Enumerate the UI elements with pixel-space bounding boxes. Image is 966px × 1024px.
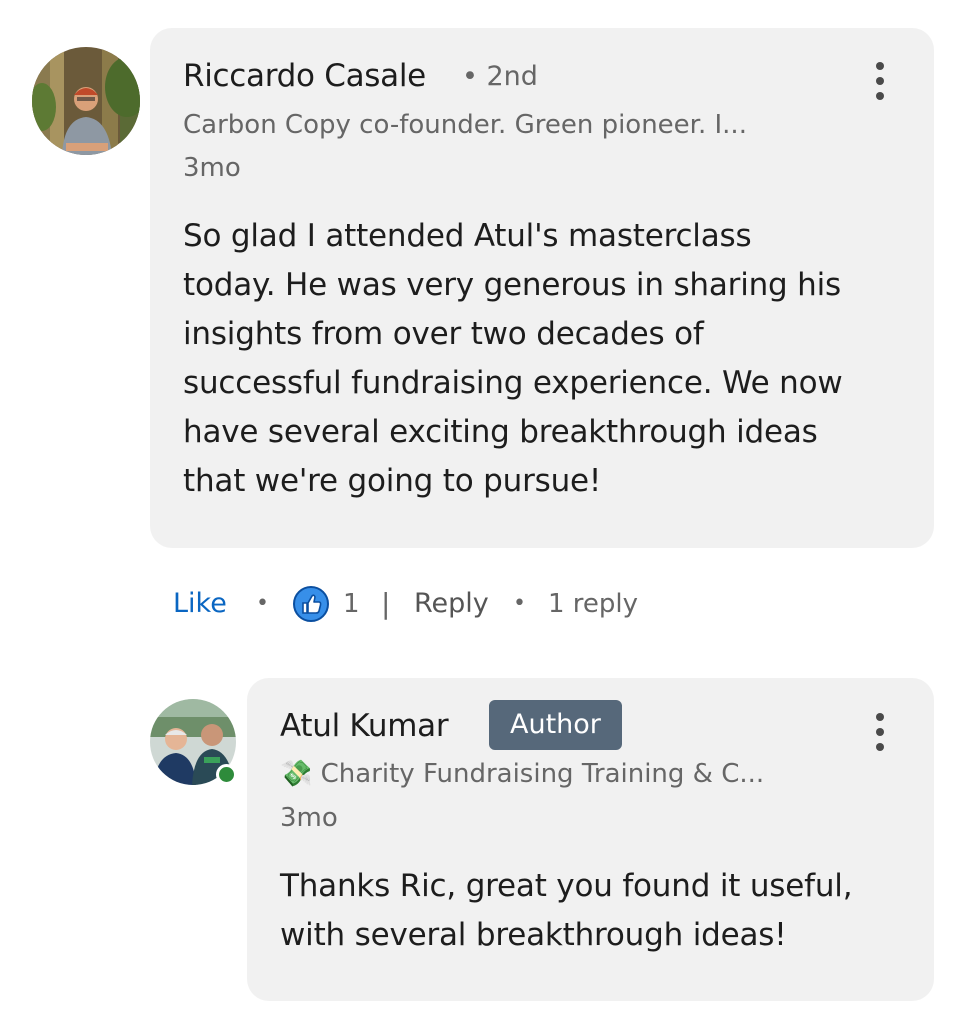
comment-text-line: insights from over two decades of xyxy=(183,316,704,352)
avatar[interactable] xyxy=(32,47,140,155)
like-button[interactable]: Like xyxy=(173,584,227,624)
avatar-photo xyxy=(32,47,140,155)
reply-text-line: Thanks Ric, great you found it useful, xyxy=(280,868,853,904)
comment-more-options-icon[interactable] xyxy=(868,58,892,104)
separator-dot: • xyxy=(513,591,526,616)
reply-more-options-icon[interactable] xyxy=(868,709,892,755)
reply-button[interactable]: Reply xyxy=(414,584,489,624)
comment-text-line: today. He was very generous in sharing h… xyxy=(183,267,841,303)
comment-text-line: So glad I attended Atul's masterclass xyxy=(183,218,752,254)
comment-timestamp: 3mo xyxy=(183,153,241,183)
reply-author-headline: 💸 Charity Fundraising Training & C... xyxy=(280,759,765,789)
reply-count-link[interactable]: 1 reply xyxy=(548,584,638,624)
reaction-count[interactable]: 1 xyxy=(343,584,360,624)
separator-dot: • xyxy=(256,591,269,616)
thumbs-up-icon[interactable] xyxy=(292,586,332,622)
reply-author-name[interactable]: Atul Kumar xyxy=(280,706,449,746)
comment-author-headline: Carbon Copy co-founder. Green pioneer. I… xyxy=(183,110,747,140)
reply-timestamp: 3mo xyxy=(280,803,338,833)
divider: | xyxy=(381,587,391,620)
comment-author-name[interactable]: Riccardo Casale xyxy=(183,56,426,96)
author-badge: Author xyxy=(489,700,622,750)
online-status-indicator xyxy=(216,764,237,785)
reply-text-line: with several breakthrough ideas! xyxy=(280,917,787,953)
comment-text-line: that we're going to pursue! xyxy=(183,463,602,499)
reply-text: Thanks Ric, great you found it useful, w… xyxy=(280,862,920,960)
comment-text: So glad I attended Atul's masterclass to… xyxy=(183,212,923,506)
connection-degree: • 2nd xyxy=(462,61,538,92)
comment-text-line: have several exciting breakthrough ideas xyxy=(183,414,818,450)
comment-text-line: successful fundraising experience. We no… xyxy=(183,365,843,401)
